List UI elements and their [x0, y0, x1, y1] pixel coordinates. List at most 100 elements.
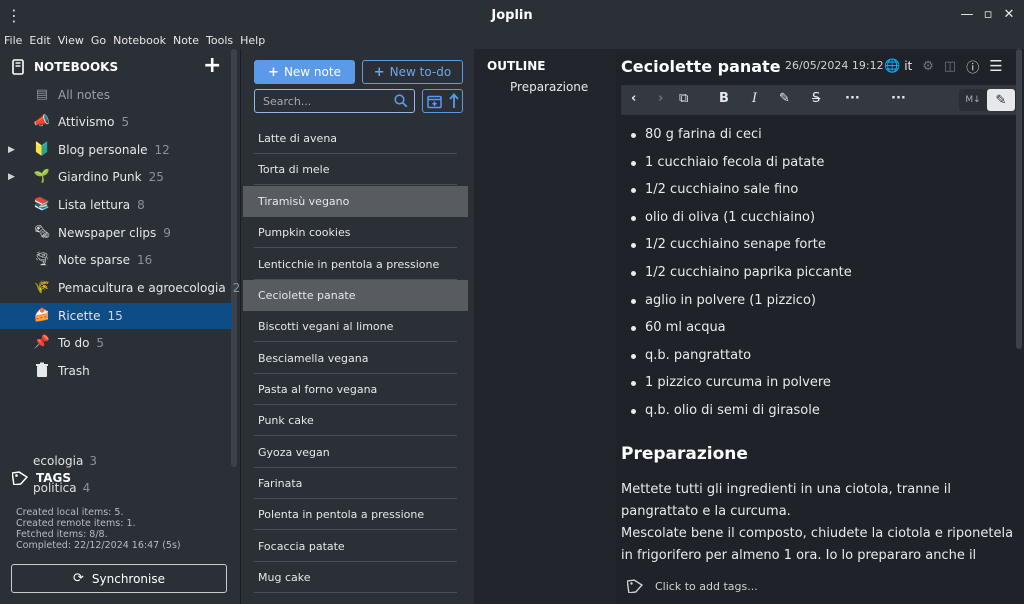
note-list-item[interactable]: Ceciolette panate — [243, 280, 468, 311]
note-list-item[interactable]: Tiramisù vegano — [243, 186, 468, 217]
menu-go[interactable]: Go — [91, 34, 106, 47]
cake-icon: 🍰 — [33, 308, 51, 323]
sort-date-icon[interactable] — [426, 94, 442, 109]
megaphone-icon: 📣 — [33, 114, 51, 129]
sidebar-item-newspaper-clips[interactable]: 🗞 Newspaper clips 9 — [0, 220, 232, 246]
maximize-icon[interactable]: ▫ — [979, 6, 997, 24]
synchronise-button[interactable]: ⟳ Synchronise — [11, 564, 227, 593]
sync-icon: ⟳ — [72, 571, 84, 586]
sidebar-item-label: To do — [58, 336, 90, 350]
sidebar-item-pemacultura[interactable]: 🌾 Pemacultura e agroecologia 2 — [0, 275, 240, 301]
note-title: Lenticchie in pentola a pressione — [258, 258, 440, 271]
divider — [254, 247, 457, 248]
note-list-item[interactable]: Biscotti vegani al limone — [243, 311, 468, 342]
note-title: Pumpkin cookies — [258, 226, 351, 239]
notebooks-label: NOTEBOOKS — [34, 60, 119, 74]
note-list-item[interactable]: Besciamella vegana — [243, 343, 468, 374]
window-title: Joplin — [491, 8, 533, 23]
note-list-item[interactable]: Gyoza vegan — [243, 437, 468, 468]
editor-scrollbar[interactable] — [1016, 49, 1022, 349]
note-list-item[interactable]: Pasta al forno vegana — [243, 374, 468, 405]
menu-file[interactable]: File — [4, 34, 22, 47]
menu-help[interactable]: Help — [240, 34, 265, 47]
tag-count: 4 — [82, 481, 91, 495]
menu-edit[interactable]: Edit — [29, 34, 50, 47]
menu-tools[interactable]: Tools — [206, 34, 233, 47]
sidebar-item-label: Note sparse — [58, 253, 131, 267]
close-icon[interactable]: ✕ — [1000, 6, 1018, 24]
sync-log: Created local items: 5. Created remote i… — [16, 507, 181, 551]
note-list-item[interactable]: Polenta in pentola a pressione — [243, 499, 468, 530]
menu-view[interactable]: View — [58, 34, 84, 47]
sidebar-item-label: Attivismo — [58, 115, 115, 129]
editor-toolbar: ‹ › ⧉ B I ✎ S ··· ··· M↓ ✎ — [621, 85, 1019, 115]
notebooks-header[interactable]: NOTEBOOKS — [12, 57, 118, 77]
info-icon[interactable]: ⓘ — [966, 57, 979, 76]
section-heading: Preparazione — [621, 443, 748, 464]
forward-icon[interactable]: › — [658, 91, 663, 106]
more-options-icon[interactable]: ··· — [891, 91, 906, 106]
sort-controls — [422, 89, 463, 113]
sidebar-item-blog-personale[interactable]: ▶ 🔰 Blog personale 12 — [0, 137, 232, 163]
sidebar-item-label: Blog personale — [58, 143, 148, 157]
back-icon[interactable]: ‹ — [631, 91, 636, 106]
synchronise-label: Synchronise — [91, 571, 166, 586]
more-format-icon[interactable]: ··· — [845, 91, 860, 106]
add-notebook-icon[interactable]: + — [203, 55, 221, 77]
sidebar-item-trash[interactable]: Trash — [0, 358, 232, 384]
expand-arrow-icon[interactable]: ▶ — [8, 172, 15, 182]
sidebar-item-giardino-punk[interactable]: ▶ 🌱 Giardino Punk 25 — [0, 164, 232, 190]
list-item: 1 pizzico curcuma in polvere — [621, 369, 1016, 397]
new-note-button[interactable]: + New note — [254, 60, 355, 84]
layout-toggle-icon[interactable]: ◫ — [944, 59, 956, 74]
paragraph: Mettete tutti gli ingredienti in una cio… — [621, 479, 1016, 571]
sidebar-item-all-notes[interactable]: ▤ All notes — [0, 82, 232, 108]
outline-toggle-icon[interactable]: ☰ — [989, 57, 1002, 75]
note-list-item[interactable]: Torta di mele — [243, 154, 468, 185]
sidebar-item-note-sparse[interactable]: 🌪 Note sparse 16 — [0, 247, 232, 273]
menu-note[interactable]: Note — [173, 34, 199, 47]
note-list-item[interactable]: Punk cake — [243, 405, 468, 436]
note-title: Focaccia patate — [258, 540, 345, 553]
search-input[interactable]: Search... — [254, 89, 415, 113]
ingredient-list: 80 g farina di ceci 1 cucchiaio fecola d… — [621, 121, 1016, 425]
globe-icon[interactable]: 🌐 — [884, 59, 900, 74]
sidebar-item-lista-lettura[interactable]: 📚 Lista lettura 8 — [0, 192, 232, 218]
strikethrough-icon[interactable]: S — [812, 91, 820, 106]
menu-notebook[interactable]: Notebook — [113, 34, 166, 47]
editor-mode-toggle: M↓ ✎ — [959, 89, 1017, 111]
expand-arrow-icon[interactable]: ▶ — [8, 145, 15, 155]
italic-icon[interactable]: I — [752, 91, 757, 106]
sidebar-item-to-do[interactable]: 📌 To do 5 — [0, 330, 232, 356]
note-list-item[interactable]: Mug cake — [243, 562, 468, 593]
minimize-icon[interactable]: — — [958, 6, 976, 24]
plus-icon: + — [373, 64, 385, 80]
note-list-item[interactable]: Focaccia patate — [243, 531, 468, 562]
sidebar-item-ricette[interactable]: 🍰 Ricette 15 — [0, 303, 232, 329]
tag-item-ecologia[interactable]: ecologia 3 — [33, 454, 97, 468]
note-list-item[interactable]: Farinata — [243, 468, 468, 499]
sidebar-item-attivismo[interactable]: 📣 Attivismo 5 — [0, 109, 232, 135]
note-list-item[interactable]: Pumpkin cookies — [243, 217, 468, 248]
rich-text-mode-icon[interactable]: ✎ — [987, 89, 1015, 111]
pushpin-icon: 📌 — [33, 335, 51, 350]
highlight-icon[interactable]: ✎ — [779, 91, 790, 106]
notebook-count: 12 — [154, 143, 170, 157]
outline-item-preparazione[interactable]: Preparazione — [510, 80, 588, 94]
markdown-mode-icon[interactable]: M↓ — [959, 89, 987, 111]
language-label[interactable]: it — [904, 59, 912, 73]
note-list-item[interactable]: Lenticchie in pentola a pressione — [243, 249, 468, 280]
external-edit-icon[interactable]: ⧉ — [679, 91, 688, 106]
note-body[interactable]: 80 g farina di ceci 1 cucchiaio fecola d… — [621, 121, 1016, 571]
sync-log-line: Created remote items: 1. — [16, 518, 136, 529]
search-icon[interactable] — [394, 94, 408, 108]
sort-direction-icon[interactable] — [448, 93, 459, 109]
bold-icon[interactable]: B — [719, 91, 729, 106]
alarm-icon[interactable]: ⚙ — [922, 59, 934, 74]
sync-log-line: Completed: 22/12/2024 16:47 (5s) — [16, 540, 181, 551]
tag-bar[interactable]: Click to add tags... — [621, 576, 758, 596]
note-list-item[interactable]: Latte di avena — [243, 123, 468, 154]
tag-item-politica[interactable]: politica 4 — [33, 481, 90, 495]
note-title-input[interactable]: Ceciolette panate — [621, 57, 781, 76]
new-todo-button[interactable]: + New to-do — [362, 60, 463, 84]
